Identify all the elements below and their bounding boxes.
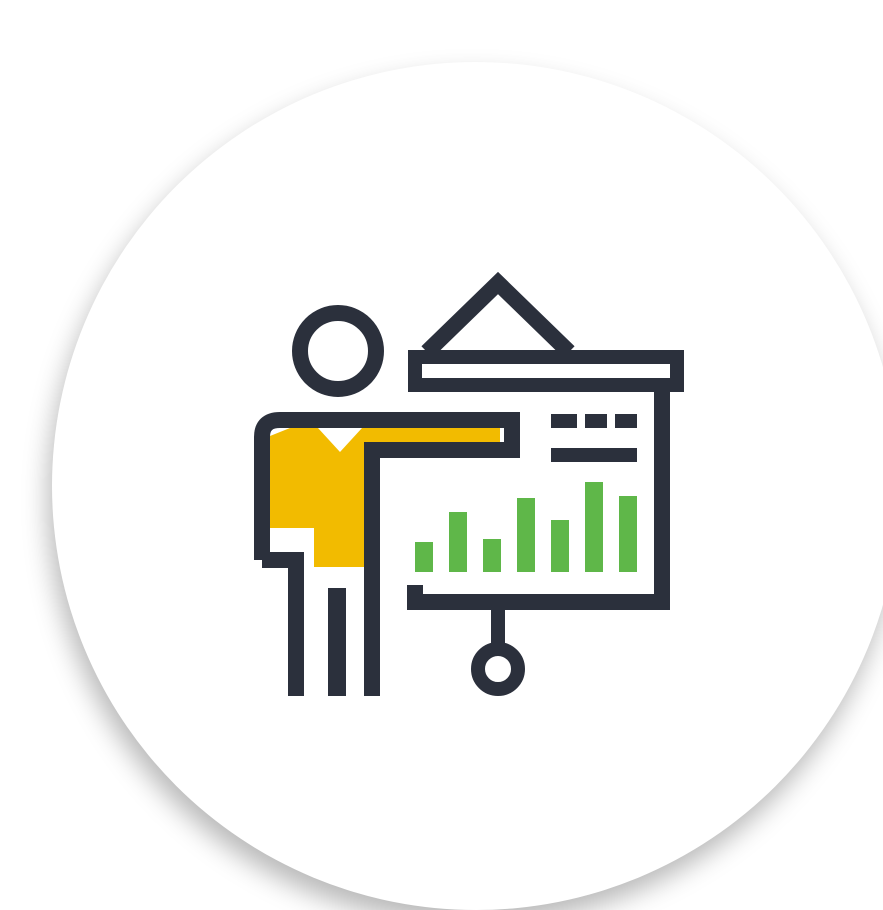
chart-bar-7	[619, 496, 637, 572]
chart-bar-4	[517, 498, 535, 572]
whiteboard-roof	[421, 271, 575, 358]
presenter-head	[292, 305, 384, 397]
whiteboard-top-rail	[408, 350, 684, 392]
chart-bar-2	[449, 512, 467, 572]
presenter-with-chart-icon	[254, 271, 684, 696]
chart-bar-6	[585, 482, 603, 572]
whiteboard-stand-foot	[471, 642, 525, 696]
board-chart-bars	[415, 482, 637, 572]
presenter-arm-inner	[262, 552, 304, 696]
chart-bar-5	[551, 520, 569, 572]
chart-bar-3	[483, 539, 501, 572]
whiteboard	[407, 271, 684, 696]
chart-bar-1	[415, 542, 433, 572]
